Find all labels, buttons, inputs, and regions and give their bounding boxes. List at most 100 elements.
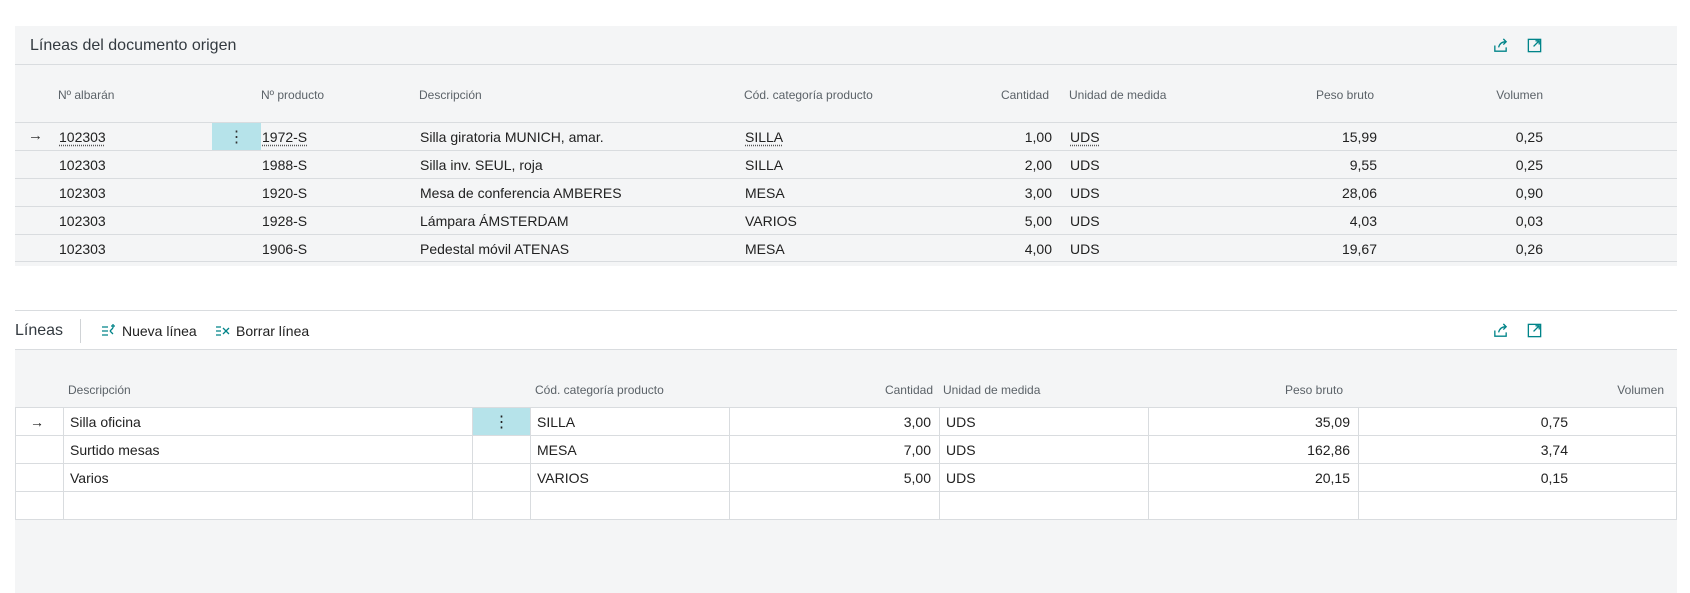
more-vertical-icon[interactable]: ⋮ <box>473 408 531 435</box>
gross-weight-field[interactable]: 35,09 <box>1149 408 1359 435</box>
share-icon[interactable] <box>1491 36 1509 54</box>
description-cell: Lámpara ÁMSTERDAM <box>420 213 569 229</box>
table-row[interactable]: 102303 1988-S Silla inv. SEUL, roja SILL… <box>15 150 1677 178</box>
category-field[interactable]: VARIOS <box>531 464 730 491</box>
table-row[interactable]: 102303 1928-S Lámpara ÁMSTERDAM VARIOS 5… <box>15 206 1677 234</box>
lines-title: Líneas <box>15 322 64 339</box>
product-no-cell: 1920-S <box>262 185 308 201</box>
shipment-no-cell: 102303 <box>59 213 106 229</box>
share-icon[interactable] <box>1491 321 1509 339</box>
expand-icon[interactable] <box>1525 321 1543 339</box>
delete-line-icon <box>216 326 230 336</box>
arrow-right-icon: → <box>28 127 43 144</box>
uom-field[interactable]: UDS <box>940 436 1149 463</box>
row-marker <box>16 464 64 491</box>
uom-cell: UDS <box>1070 185 1100 201</box>
description-field[interactable] <box>64 492 473 519</box>
col-product-no[interactable]: Nº producto <box>261 88 324 102</box>
table-row[interactable]: Varios VARIOS 5,00 UDS 20,15 0,15 <box>16 464 1676 492</box>
gross-weight-field[interactable] <box>1149 492 1359 519</box>
product-no-link[interactable]: 1972-S <box>262 129 307 145</box>
col-gross-weight[interactable]: Peso bruto <box>1285 383 1343 397</box>
new-line-icon <box>102 324 115 336</box>
row-menu-cell[interactable] <box>473 492 531 519</box>
row-menu-cell[interactable] <box>473 436 531 463</box>
table-row-empty[interactable] <box>16 492 1676 520</box>
quantity-field[interactable] <box>730 492 940 519</box>
description-field[interactable]: Surtido mesas <box>64 436 473 463</box>
shipment-no-cell: 102303 <box>59 157 106 173</box>
quantity-field[interactable]: 7,00 <box>730 436 940 463</box>
table-row[interactable]: Surtido mesas MESA 7,00 UDS 162,86 3,74 <box>16 436 1676 464</box>
quantity-cell: 2,00 <box>1024 157 1052 173</box>
row-marker <box>16 492 64 519</box>
table-row[interactable]: → Silla oficina ⋮ SILLA 3,00 UDS 35,09 0… <box>16 408 1676 436</box>
toolbar-divider <box>80 319 81 343</box>
table-row[interactable]: → 102303 ⋮ 1972-S Silla giratoria MUNICH… <box>15 122 1677 150</box>
table-row[interactable]: 102303 1920-S Mesa de conferencia AMBERE… <box>15 178 1677 206</box>
volume-field[interactable]: 0,75 <box>1359 408 1576 435</box>
gross-weight-field[interactable]: 162,86 <box>1149 436 1359 463</box>
description-cell: Mesa de conferencia AMBERES <box>420 185 622 201</box>
quantity-field[interactable]: 5,00 <box>730 464 940 491</box>
gross-weight-cell: 15,99 <box>1341 129 1377 145</box>
shipment-no-cell: 102303 <box>59 185 106 201</box>
volume-cell: 0,25 <box>1515 129 1543 145</box>
delete-line-button[interactable]: Borrar línea <box>215 321 309 341</box>
table-row[interactable]: 102303 1906-S Pedestal móvil ATENAS MESA… <box>15 234 1677 262</box>
source-lines-table: → 102303 ⋮ 1972-S Silla giratoria MUNICH… <box>15 122 1677 262</box>
col-volume[interactable]: Volumen <box>1496 88 1543 102</box>
lines-column-headers: Descripción Cód. categoría producto Cant… <box>15 383 1677 403</box>
col-quantity[interactable]: Cantidad <box>885 383 933 397</box>
category-field[interactable]: MESA <box>531 436 730 463</box>
lines-part: Líneas Nueva línea Borrar línea Descripc <box>15 310 1677 593</box>
col-shipment-no[interactable]: Nº albarán <box>58 88 114 102</box>
uom-link[interactable]: UDS <box>1070 129 1100 145</box>
category-cell: MESA <box>745 185 785 201</box>
source-lines-column-headers: Nº albarán Nº producto Descripción Cód. … <box>15 88 1677 108</box>
row-marker: → <box>16 408 64 435</box>
category-link[interactable]: SILLA <box>745 129 783 145</box>
source-lines-title: Líneas del documento origen <box>30 37 237 54</box>
arrow-right-icon: → <box>30 414 44 430</box>
new-line-button[interactable]: Nueva línea <box>101 321 197 341</box>
category-field[interactable] <box>531 492 730 519</box>
col-gross-weight[interactable]: Peso bruto <box>1316 88 1374 102</box>
shipment-no-cell: 102303 <box>59 241 106 257</box>
row-menu-cell[interactable] <box>473 464 531 491</box>
shipment-no-link[interactable]: 102303 <box>59 129 106 145</box>
more-vertical-icon[interactable]: ⋮ <box>212 123 261 150</box>
volume-field[interactable]: 0,15 <box>1359 464 1576 491</box>
col-description[interactable]: Descripción <box>419 88 482 102</box>
col-category[interactable]: Cód. categoría producto <box>744 88 873 102</box>
quantity-cell: 4,00 <box>1024 241 1052 257</box>
volume-field[interactable]: 3,74 <box>1359 436 1576 463</box>
uom-field[interactable] <box>940 492 1149 519</box>
gross-weight-cell: 28,06 <box>1341 185 1377 201</box>
col-description[interactable]: Descripción <box>68 383 131 397</box>
volume-cell: 0,25 <box>1515 157 1543 173</box>
description-field[interactable]: Varios <box>64 464 473 491</box>
col-volume[interactable]: Volumen <box>1617 383 1664 397</box>
description-field[interactable]: Silla oficina <box>64 408 473 435</box>
volume-cell: 0,03 <box>1515 213 1543 229</box>
col-uom[interactable]: Unidad de medida <box>943 383 1040 397</box>
volume-field[interactable] <box>1359 492 1576 519</box>
gross-weight-cell: 19,67 <box>1341 241 1377 257</box>
gross-weight-cell: 9,55 <box>1349 157 1377 173</box>
description-cell: Pedestal móvil ATENAS <box>420 241 570 257</box>
uom-cell: UDS <box>1070 241 1100 257</box>
expand-icon[interactable] <box>1525 36 1543 54</box>
uom-field[interactable]: UDS <box>940 408 1149 435</box>
col-uom[interactable]: Unidad de medida <box>1069 88 1166 102</box>
col-category[interactable]: Cód. categoría producto <box>535 383 664 397</box>
volume-cell: 0,26 <box>1515 241 1543 257</box>
quantity-field[interactable]: 3,00 <box>730 408 940 435</box>
uom-cell: UDS <box>1070 157 1100 173</box>
uom-field[interactable]: UDS <box>940 464 1149 491</box>
volume-cell: 0,90 <box>1515 185 1543 201</box>
category-field[interactable]: SILLA <box>531 408 730 435</box>
gross-weight-field[interactable]: 20,15 <box>1149 464 1359 491</box>
delete-line-label: Borrar línea <box>236 323 310 339</box>
col-quantity[interactable]: Cantidad <box>1001 88 1049 102</box>
